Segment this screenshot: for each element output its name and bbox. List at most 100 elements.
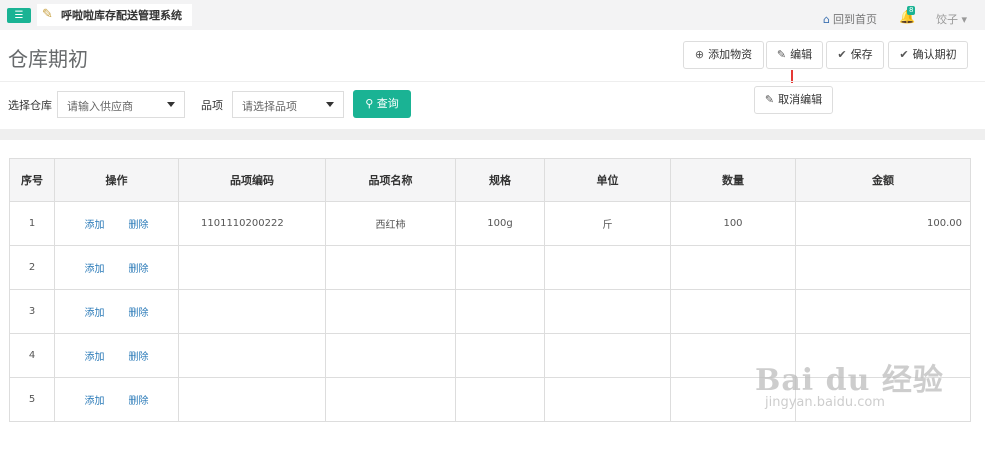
confirm-opening-label: 确认期初: [912, 48, 957, 61]
delete-row-link[interactable]: 删除: [129, 220, 149, 231]
quantity-cell[interactable]: [670, 289, 796, 334]
row-number: 4: [9, 333, 55, 378]
caret-down-icon: [326, 102, 334, 107]
quantity-cell[interactable]: 100: [670, 201, 796, 246]
edit-button[interactable]: ✎ 编辑: [766, 41, 823, 69]
home-icon: ⌂: [823, 13, 830, 26]
delete-row-link[interactable]: 删除: [129, 396, 149, 407]
quantity-cell[interactable]: [670, 245, 796, 290]
spec-cell[interactable]: [455, 377, 545, 422]
column-header: 金额: [795, 158, 971, 202]
watermark-brand: Bai du 经验: [755, 363, 944, 398]
unit-cell[interactable]: [544, 245, 671, 290]
spec-cell[interactable]: [455, 333, 545, 378]
page-title: 仓库期初: [8, 47, 88, 71]
app-title: 呼啦啦库存配送管理系统: [61, 9, 182, 22]
row-number: 5: [9, 377, 55, 422]
hamburger-icon[interactable]: ☰: [7, 8, 31, 23]
add-row-link[interactable]: 添加: [85, 396, 105, 407]
table-row: 1 添加 删除 1101110200222 西红柿 100g 斤 100 100.…: [9, 201, 971, 246]
add-row-link[interactable]: 添加: [85, 264, 105, 275]
item-name-cell[interactable]: [325, 289, 456, 334]
confirm-opening-button[interactable]: ✔ 确认期初: [888, 41, 968, 69]
row-number: 3: [9, 289, 55, 334]
row-number: 1: [9, 201, 55, 246]
row-actions: 添加 删除: [54, 333, 179, 378]
home-link-label: 回到首页: [832, 13, 877, 26]
add-row-link[interactable]: 添加: [85, 352, 105, 363]
delete-row-link[interactable]: 删除: [129, 264, 149, 275]
user-menu[interactable]: 饺子 ▾: [936, 11, 967, 27]
table-row: 3 添加 删除: [9, 289, 971, 334]
query-button[interactable]: ⚲ 查询: [353, 90, 411, 118]
check-icon: ✔: [899, 48, 909, 61]
item-code-cell[interactable]: [178, 245, 326, 290]
item-name-cell[interactable]: 西红柿: [325, 201, 456, 246]
plus-circle-icon: ⊕: [694, 48, 705, 61]
save-button[interactable]: ✔ 保存: [826, 41, 884, 69]
row-actions: 添加 删除: [54, 377, 179, 422]
warehouse-placeholder: 请输入供应商: [67, 100, 133, 113]
row-number: 2: [9, 245, 55, 290]
cancel-edit-label: 取消编辑: [778, 93, 823, 106]
row-actions: 添加 删除: [54, 201, 179, 246]
column-header: 操作: [54, 158, 179, 202]
baidu-watermark: Bai du 经验 jingyan.baidu.com: [755, 355, 944, 410]
delete-row-link[interactable]: 删除: [129, 352, 149, 363]
unit-cell[interactable]: [544, 377, 671, 422]
add-material-button[interactable]: ⊕ 添加物资: [683, 41, 764, 69]
query-label: 查询: [376, 97, 399, 110]
column-header: 品项名称: [325, 158, 456, 202]
unit-cell[interactable]: [544, 333, 671, 378]
item-label: 品项: [201, 99, 223, 112]
row-actions: 添加 删除: [54, 245, 179, 290]
user-name: 饺子: [936, 13, 958, 26]
cancel-edit-button[interactable]: ✎ 取消编辑: [754, 86, 833, 114]
column-header: 序号: [9, 158, 55, 202]
item-code-cell[interactable]: [178, 377, 326, 422]
table-row: 2 添加 删除: [9, 245, 971, 290]
item-select[interactable]: 请选择品项: [232, 91, 344, 118]
spec-cell[interactable]: 100g: [455, 201, 545, 246]
item-code-cell[interactable]: [178, 289, 326, 334]
item-name-cell[interactable]: [325, 245, 456, 290]
table-header-row: 序号 操作 品项编码 品项名称 规格 单位 数量 金额: [9, 158, 971, 202]
section-separator: [0, 129, 985, 140]
pencil-icon: ✎: [776, 48, 787, 61]
app-logo: ✎ 呼啦啦库存配送管理系统: [37, 4, 192, 26]
amount-cell[interactable]: 100.00: [795, 201, 971, 246]
amount-cell[interactable]: [795, 245, 971, 290]
add-material-label: 添加物资: [708, 48, 753, 61]
save-label: 保存: [850, 48, 873, 61]
delete-row-link[interactable]: 删除: [129, 308, 149, 319]
column-header: 单位: [544, 158, 671, 202]
watermark-url: jingyan.baidu.com: [765, 395, 885, 410]
add-row-link[interactable]: 添加: [85, 220, 105, 231]
item-placeholder: 请选择品项: [242, 100, 297, 113]
item-name-cell[interactable]: [325, 377, 456, 422]
unit-cell[interactable]: 斤: [544, 201, 671, 246]
search-icon: ⚲: [365, 97, 374, 110]
notification-badge: 8: [907, 6, 916, 15]
pencil-icon: ✎: [764, 93, 775, 106]
caret-down-icon: [167, 102, 175, 107]
warehouse-select[interactable]: 请输入供应商: [57, 91, 185, 118]
add-row-link[interactable]: 添加: [85, 308, 105, 319]
spec-cell[interactable]: [455, 245, 545, 290]
unit-cell[interactable]: [544, 289, 671, 334]
spec-cell[interactable]: [455, 289, 545, 334]
edit-label: 编辑: [790, 48, 813, 61]
column-header: 品项编码: [178, 158, 326, 202]
chevron-down-icon: ▾: [961, 13, 968, 26]
divider: [0, 81, 985, 82]
home-link[interactable]: ⌂ 回到首页: [823, 11, 877, 27]
column-header: 数量: [670, 158, 796, 202]
item-code-cell[interactable]: [178, 333, 326, 378]
column-header: 规格: [455, 158, 545, 202]
amount-cell[interactable]: [795, 289, 971, 334]
logo-icon: ✎: [42, 7, 53, 22]
item-code-cell[interactable]: 1101110200222: [178, 201, 326, 246]
item-name-cell[interactable]: [325, 333, 456, 378]
warehouse-label: 选择仓库: [8, 99, 52, 112]
row-actions: 添加 删除: [54, 289, 179, 334]
